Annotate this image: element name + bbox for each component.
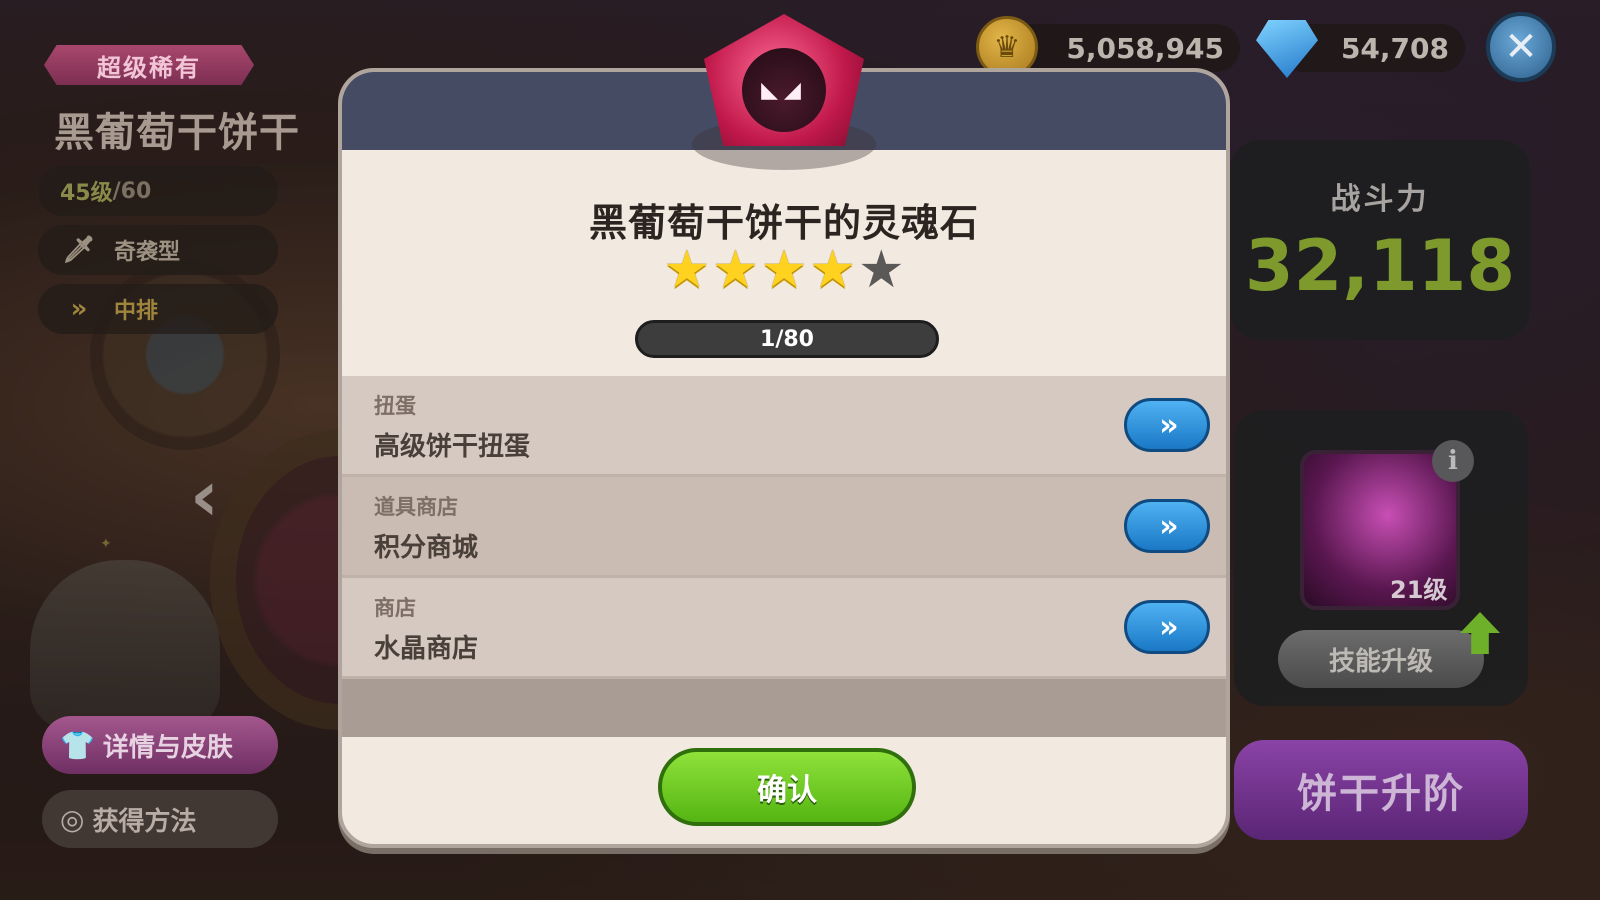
close-icon: ✕	[1504, 24, 1538, 70]
shirt-icon: 👕	[60, 728, 95, 762]
cookie-face-icon: ◣◢	[742, 48, 826, 132]
go-button[interactable]: »	[1124, 499, 1210, 553]
cookie-name: 黑葡萄干饼干	[54, 110, 300, 156]
source-row: 道具商店 积分商城 »	[342, 477, 1226, 578]
type-pill: 🗡 奇袭型	[38, 225, 278, 275]
source-name: 高级饼干扭蛋	[374, 432, 531, 462]
star-filled-icon: ★	[663, 240, 711, 300]
confirm-button[interactable]: 确认	[658, 748, 916, 826]
go-button[interactable]: »	[1124, 600, 1210, 654]
type-label: 奇袭型	[114, 240, 181, 265]
power-label: 战斗力	[1330, 182, 1430, 217]
source-row: 扭蛋 高级饼干扭蛋 »	[342, 376, 1226, 477]
details-skins-label: 详情与皮肤	[102, 732, 233, 763]
star-filled-icon: ★	[809, 240, 856, 300]
source-category: 道具商店	[374, 495, 458, 519]
details-skins-button[interactable]: 👕 详情与皮肤	[42, 716, 278, 774]
position-label: 中排	[114, 299, 159, 324]
double-chevron-right-icon: »	[1159, 508, 1178, 544]
double-chevron-right-icon: »	[1159, 609, 1178, 645]
confirm-label: 确认	[757, 773, 817, 808]
how-to-obtain-label: 获得方法	[92, 806, 197, 837]
level-value: 45级	[60, 181, 113, 206]
position-pill: » 中排	[38, 284, 278, 334]
double-chevron-right-icon: »	[1159, 407, 1178, 443]
source-category: 扭蛋	[374, 394, 416, 418]
modal-title: 黑葡萄干饼干的灵魂石	[588, 201, 979, 245]
coin-amount: 5,058,945	[1066, 31, 1224, 65]
empty-row	[342, 679, 1226, 737]
info-icon[interactable]: i	[1432, 440, 1474, 482]
source-name: 水晶商店	[374, 634, 479, 664]
crystal-amount: 54,708	[1340, 31, 1449, 65]
soulstone-progress: 1/80	[635, 320, 939, 358]
double-chevron-icon: »	[70, 294, 88, 324]
how-to-obtain-button[interactable]: ◎ 获得方法	[42, 790, 278, 848]
source-list: 扭蛋 高级饼干扭蛋 » 道具商店 积分商城 » 商店 水晶商店 »	[342, 376, 1226, 737]
source-row: 商店 水晶商店 »	[342, 578, 1226, 679]
level-pill: 45级/60	[38, 166, 278, 216]
previous-cookie-arrow-icon[interactable]: ‹	[190, 455, 219, 537]
soulstone-modal: 黑葡萄干饼干的灵魂石 ★ ★ ★ ★ ★ 1/80 扭蛋 高级饼干扭蛋 » 道具商店 积…	[338, 68, 1230, 848]
progress-text: 1/80	[760, 326, 814, 352]
soulstone-outline-icon: ◎	[60, 802, 85, 836]
power-value: 32,118	[1244, 225, 1516, 307]
skill-upgrade-label: 技能升级	[1328, 646, 1433, 677]
source-category: 商店	[374, 596, 416, 620]
star-rating: ★ ★ ★ ★ ★	[342, 244, 1226, 296]
star-empty-icon: ★	[857, 240, 905, 300]
skill-level: 21级	[1390, 576, 1448, 604]
source-name: 积分商城	[374, 533, 479, 563]
skill-upgrade-button[interactable]: 技能升级	[1278, 630, 1484, 688]
star-filled-icon: ★	[712, 240, 759, 300]
rarity-badge: 超级稀有	[44, 45, 254, 85]
close-button[interactable]: ✕	[1486, 12, 1556, 82]
go-button[interactable]: »	[1124, 398, 1210, 452]
level-max: /60	[112, 178, 152, 204]
dagger-icon: 🗡	[62, 235, 96, 265]
star-filled-icon: ★	[760, 240, 808, 300]
cookie-upgrade-button[interactable]: 饼干升阶	[1234, 740, 1528, 840]
cookie-upgrade-label: 饼干升阶	[1297, 771, 1465, 817]
